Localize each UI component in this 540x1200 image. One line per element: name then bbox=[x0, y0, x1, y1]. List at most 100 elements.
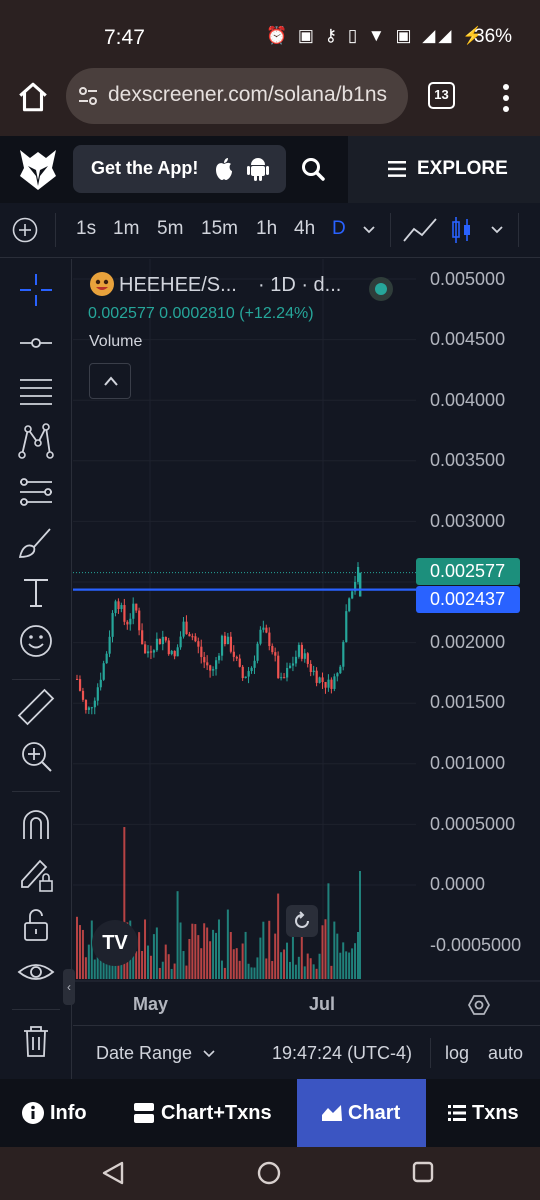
timeframe-1m[interactable]: 1m bbox=[113, 218, 139, 240]
candle bbox=[179, 636, 182, 648]
back-icon[interactable] bbox=[102, 1161, 124, 1185]
emoji-icon[interactable] bbox=[16, 621, 56, 661]
price-axis-label: 0.004000 bbox=[430, 390, 506, 410]
chart-settings-icon[interactable] bbox=[468, 994, 490, 1016]
brush-icon[interactable] bbox=[16, 523, 56, 563]
tab-info[interactable]: Info bbox=[0, 1079, 108, 1147]
timeframe-1h[interactable]: 1h bbox=[256, 218, 277, 240]
list-icon bbox=[448, 1105, 466, 1121]
timezone-clock[interactable]: 19:47:24 (UTC-4) bbox=[272, 1043, 412, 1064]
tab-chart-txns[interactable]: Chart+Txns bbox=[108, 1079, 297, 1147]
trend-line-icon[interactable] bbox=[16, 323, 56, 363]
trash-icon[interactable] bbox=[16, 1021, 56, 1061]
volume-bar bbox=[197, 935, 200, 979]
chevron-down-icon[interactable] bbox=[362, 225, 376, 235]
chevron-down-icon[interactable] bbox=[490, 225, 504, 235]
fib-retracement-icon[interactable] bbox=[16, 372, 56, 412]
timeframe-5m[interactable]: 5m bbox=[157, 218, 183, 240]
volume-bar bbox=[81, 929, 84, 979]
volume-bar bbox=[76, 916, 78, 979]
timeframe-4h[interactable]: 4h bbox=[294, 218, 315, 240]
candle bbox=[312, 670, 315, 672]
volume-bar bbox=[286, 942, 289, 979]
volume-bar bbox=[345, 951, 348, 979]
volume-bar bbox=[141, 951, 144, 979]
candle bbox=[99, 679, 102, 688]
candle bbox=[96, 687, 99, 701]
timeframe-15m[interactable]: 15m bbox=[201, 218, 238, 240]
tab-chart[interactable]: Chart bbox=[297, 1079, 426, 1147]
ruler-icon[interactable] bbox=[16, 687, 56, 727]
tab-txns-label: Txns bbox=[472, 1102, 519, 1124]
collapse-toolbar-handle[interactable]: ‹ bbox=[63, 969, 75, 1005]
candle bbox=[126, 621, 129, 625]
volume-bar bbox=[182, 951, 185, 979]
home-nav-icon[interactable] bbox=[257, 1161, 281, 1185]
candle bbox=[194, 636, 197, 642]
candle bbox=[200, 646, 203, 658]
dexscreener-logo[interactable] bbox=[18, 146, 58, 192]
forecast-icon[interactable] bbox=[16, 472, 56, 512]
get-app-button[interactable]: Get the App! bbox=[73, 145, 286, 193]
tab-txns[interactable]: Txns bbox=[426, 1079, 540, 1147]
candle bbox=[324, 681, 327, 688]
price-axis-label: 0.003000 bbox=[430, 511, 506, 531]
candle bbox=[191, 636, 194, 638]
volume-bar bbox=[173, 963, 176, 979]
lock-drawings-icon[interactable] bbox=[16, 855, 56, 895]
candle bbox=[87, 707, 91, 710]
date-range-dropdown[interactable]: Date Range bbox=[96, 1043, 192, 1064]
pattern-icon[interactable] bbox=[16, 421, 56, 461]
timeframe-1s[interactable]: 1s bbox=[76, 218, 96, 240]
volume-bar bbox=[342, 942, 345, 979]
explore-label: EXPLORE bbox=[417, 158, 508, 179]
pair-title[interactable]: HEEHEE/S... bbox=[119, 274, 237, 297]
more-menu-icon[interactable] bbox=[500, 82, 512, 114]
chevron-down-icon[interactable] bbox=[203, 1050, 215, 1058]
url-field[interactable]: dexscreener.com/solana/b1ns bbox=[66, 68, 408, 124]
tab-chart-txns-label: Chart+Txns bbox=[161, 1102, 272, 1124]
volume-bar bbox=[321, 925, 324, 979]
unlock-icon[interactable] bbox=[16, 905, 56, 945]
price-axis-label: 0.002000 bbox=[430, 632, 506, 652]
volume-bar bbox=[244, 931, 247, 979]
current-price-tag: 0.002577 bbox=[416, 558, 520, 585]
volume-bar bbox=[359, 871, 361, 979]
line-chart-icon[interactable] bbox=[403, 217, 437, 243]
site-settings-icon[interactable] bbox=[78, 86, 98, 106]
text-tool-icon[interactable] bbox=[16, 572, 56, 612]
log-scale-toggle[interactable]: log bbox=[445, 1043, 469, 1064]
home-icon[interactable] bbox=[16, 80, 50, 114]
add-symbol-icon[interactable] bbox=[12, 217, 38, 243]
tradingview-logo[interactable]: TV bbox=[92, 920, 138, 966]
candle bbox=[90, 707, 93, 709]
volume-bar bbox=[333, 921, 336, 979]
search-icon[interactable] bbox=[300, 156, 326, 182]
crosshair-icon[interactable] bbox=[16, 270, 56, 310]
timeframe-d[interactable]: D bbox=[332, 218, 346, 240]
recents-icon[interactable] bbox=[412, 1161, 434, 1183]
tab-switcher-button[interactable]: 13 bbox=[428, 82, 455, 109]
status-time: 7:47 bbox=[104, 26, 145, 49]
candles-icon[interactable] bbox=[451, 215, 473, 245]
zoom-in-icon[interactable] bbox=[16, 736, 56, 776]
volume-bar bbox=[220, 960, 223, 979]
volume-bar bbox=[161, 961, 164, 979]
market-status-indicator[interactable] bbox=[369, 277, 393, 301]
price-chart[interactable]: HEEHEE/S... · 1D · d... 0.002577 0.00028… bbox=[63, 259, 540, 1025]
volume-bar bbox=[158, 967, 161, 979]
collapse-legend-button[interactable] bbox=[89, 363, 131, 399]
eye-icon[interactable] bbox=[16, 954, 56, 994]
candle bbox=[76, 678, 79, 680]
volume-bar bbox=[259, 937, 262, 979]
magnet-icon[interactable] bbox=[16, 805, 56, 845]
chart-area-icon bbox=[322, 1105, 342, 1121]
explore-button[interactable]: EXPLORE bbox=[348, 136, 540, 203]
horizontal-line-price-tag[interactable]: 0.002437 bbox=[416, 586, 520, 613]
volume-bar bbox=[235, 948, 238, 979]
volume-bar bbox=[114, 964, 117, 979]
auto-scale-toggle[interactable]: auto bbox=[488, 1043, 523, 1064]
candle bbox=[253, 660, 256, 668]
reset-chart-button[interactable] bbox=[286, 905, 318, 937]
candle bbox=[138, 610, 141, 631]
